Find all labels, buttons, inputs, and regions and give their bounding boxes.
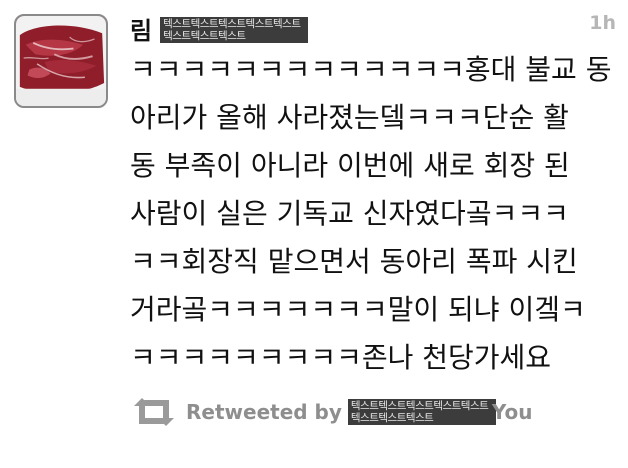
tweet-header: 림 텍스트텍스트텍스트텍스트텍스트텍스트텍스트텍스트 [130,10,309,46]
tweet-text-line: ㅋㅋㅋㅋㅋㅋㅋㅋㅋ존나 천당가세요 [130,341,552,374]
avatar[interactable] [14,14,108,108]
retweet-info[interactable]: Retweeted by 텍스트텍스트텍스트텍스트텍스트텍스트텍스트텍스트 Yo… [130,392,533,432]
meat-photo-avatar [16,16,106,106]
tweet-text-line: 아리가 올해 사라졌는뎈ㅋㅋㅋ단순 활 [130,101,569,134]
retweet-you: You [491,400,533,424]
timestamp: 1h [589,12,616,34]
tweet-text: ㅋㅋㅋㅋㅋㅋㅋㅋㅋㅋㅋㅋㅋ홍대 불교 동 아리가 올해 사라졌는뎈ㅋㅋㅋ단순 활… [130,46,612,382]
tweet-text-line: ㅋㅋㅋㅋㅋㅋㅋㅋㅋㅋㅋㅋㅋ홍대 불교 동 [130,53,612,86]
retweet-label: Retweeted by [186,400,342,424]
tweet-text-line: 거라곸ㅋㅋㅋㅋㅋㅋㅋ말이 되냐 이겤ㅋ [130,293,586,326]
retweet-icon [130,396,178,428]
tweet-card[interactable]: 림 텍스트텍스트텍스트텍스트텍스트텍스트텍스트텍스트 1h ㅋㅋㅋㅋㅋㅋㅋㅋㅋㅋ… [0,0,628,468]
tweet-text-line: ㅋㅋ회장직 맡으면서 동아리 폭파 시킨 [130,245,578,278]
display-name[interactable]: 림 [130,11,152,46]
tweet-text-line: 동 부족이 아니라 이번에 새로 회장 된 [130,149,570,182]
redacted-handle: 텍스트텍스트텍스트텍스트텍스트텍스트텍스트텍스트 [160,17,309,43]
redacted-retweeter: 텍스트텍스트텍스트텍스트텍스트텍스트텍스트텍스트 [347,399,496,425]
tweet-text-line: 사람이 실은 기독교 신자였다곸ㅋㅋㅋ [130,197,569,230]
